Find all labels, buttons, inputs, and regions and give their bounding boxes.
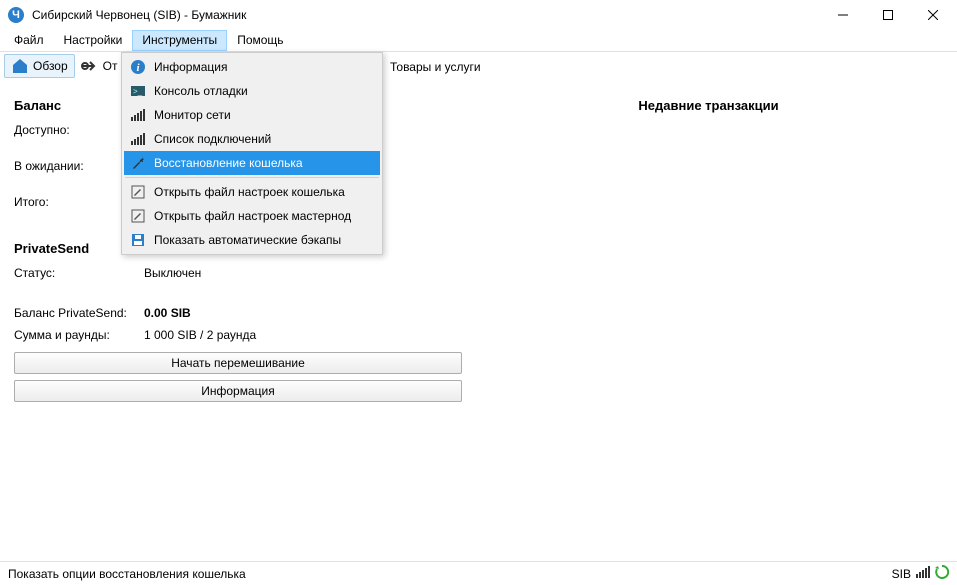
ps-status-value: Выключен — [144, 266, 474, 280]
menubar: Файл Настройки Инструменты Помощь — [0, 30, 957, 52]
statusbar-hint: Показать опции восстановления кошелька — [8, 567, 246, 581]
minimize-icon — [838, 10, 848, 20]
dd-wallet-repair[interactable]: Восстановление кошелька — [124, 151, 380, 175]
close-icon — [928, 10, 938, 20]
sync-icon[interactable] — [935, 565, 949, 582]
edit-icon — [130, 184, 146, 200]
tab-send[interactable]: От — [75, 55, 124, 77]
info-icon: i — [130, 59, 146, 75]
ps-info-button[interactable]: Информация — [14, 380, 462, 402]
maximize-button[interactable] — [865, 1, 910, 29]
statusbar-ticker: SIB — [892, 567, 911, 581]
dd-information[interactable]: i Информация — [124, 55, 380, 79]
tab-send-label: От — [103, 59, 118, 73]
dd-wallet-repair-label: Восстановление кошелька — [154, 156, 303, 170]
minimize-button[interactable] — [820, 1, 865, 29]
menu-help[interactable]: Помощь — [227, 30, 293, 51]
start-mixing-button[interactable]: Начать перемешивание — [14, 352, 462, 374]
dd-network-monitor[interactable]: Монитор сети — [124, 103, 380, 127]
menu-file[interactable]: Файл — [4, 30, 54, 51]
menu-settings[interactable]: Настройки — [54, 30, 133, 51]
ps-balance-value: 0.00 SIB — [144, 306, 474, 320]
dd-show-backups[interactable]: Показать автоматические бэкапы — [124, 228, 380, 252]
network-icon[interactable] — [915, 565, 931, 582]
tools-dropdown: i Информация >_ Консоль отладки Монитор … — [121, 52, 383, 255]
ps-status-label: Статус: — [14, 266, 144, 280]
ps-rounds-label: Сумма и раунды: — [14, 328, 144, 342]
bars-icon — [130, 131, 146, 147]
tab-overview-label: Обзор — [33, 59, 68, 73]
app-icon: Ч — [8, 7, 24, 23]
dd-network-monitor-label: Монитор сети — [154, 108, 231, 122]
ps-balance-label: Баланс PrivateSend: — [14, 306, 144, 320]
ps-rounds-value: 1 000 SIB / 2 раунда — [144, 328, 474, 342]
recent-transactions-title: Недавние транзакции — [474, 98, 943, 113]
svg-text:>_: >_ — [133, 87, 143, 96]
save-icon — [130, 232, 146, 248]
bars-icon — [130, 107, 146, 123]
console-icon: >_ — [130, 83, 146, 99]
dd-debug-console[interactable]: >_ Консоль отладки — [124, 79, 380, 103]
tab-goods[interactable]: Товары и услуги — [390, 60, 481, 74]
titlebar: Ч Сибирский Червонец (SIB) - Бумажник — [0, 0, 957, 30]
dd-open-wallet-conf[interactable]: Открыть файл настроек кошелька — [124, 180, 380, 204]
dd-debug-console-label: Консоль отладки — [154, 84, 248, 98]
dd-open-wallet-conf-label: Открыть файл настроек кошелька — [154, 185, 345, 199]
right-column: Недавние транзакции — [474, 88, 943, 553]
dd-open-masternode-conf[interactable]: Открыть файл настроек мастернод — [124, 204, 380, 228]
home-icon — [11, 57, 29, 75]
close-button[interactable] — [910, 1, 955, 29]
wrench-icon — [130, 155, 146, 171]
tab-overview[interactable]: Обзор — [4, 54, 75, 78]
dd-open-masternode-conf-label: Открыть файл настроек мастернод — [154, 209, 351, 223]
send-icon — [81, 57, 99, 75]
dd-show-backups-label: Показать автоматические бэкапы — [154, 233, 341, 247]
dd-peers-list[interactable]: Список подключений — [124, 127, 380, 151]
menu-tools[interactable]: Инструменты — [132, 30, 227, 51]
dropdown-separator — [125, 177, 379, 178]
dd-peers-list-label: Список подключений — [154, 132, 271, 146]
window-title: Сибирский Червонец (SIB) - Бумажник — [32, 8, 246, 22]
maximize-icon — [883, 10, 893, 20]
dd-information-label: Информация — [154, 60, 227, 74]
edit-icon — [130, 208, 146, 224]
statusbar: Показать опции восстановления кошелька S… — [0, 561, 957, 585]
